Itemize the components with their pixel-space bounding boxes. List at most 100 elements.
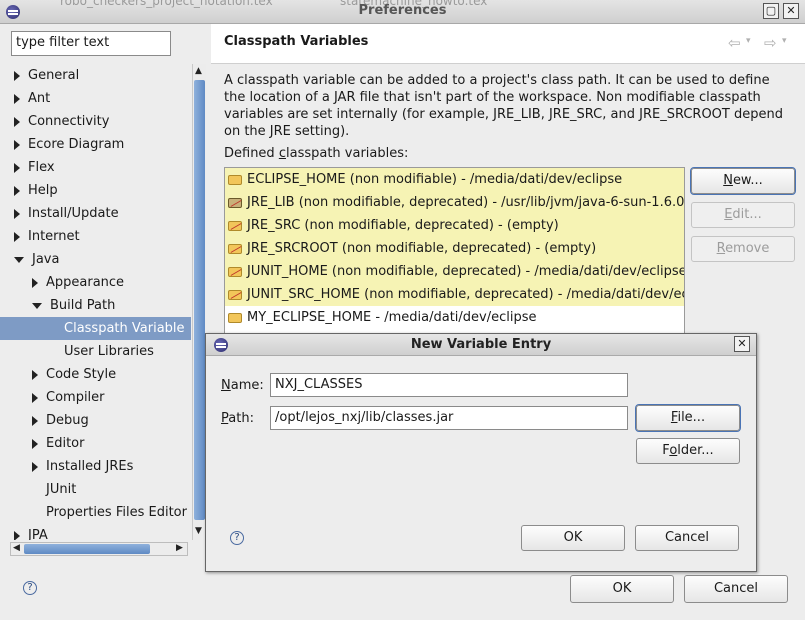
tree-item-label: Install/Update (28, 206, 119, 221)
name-label: Name: (221, 378, 264, 393)
collapsed-arrow-icon[interactable] (32, 369, 38, 380)
collapsed-arrow-icon[interactable] (14, 231, 20, 242)
tree-item[interactable]: Compiler (0, 386, 191, 409)
tree-item[interactable]: Editor (0, 432, 191, 455)
dialog-title-bar: New Variable Entry ✕ (206, 334, 756, 356)
collapsed-arrow-icon[interactable] (14, 208, 20, 219)
tree-item-label: Editor (46, 436, 85, 451)
collapsed-arrow-icon[interactable] (14, 162, 20, 173)
tree-item[interactable]: Classpath Variable (0, 317, 191, 340)
back-menu-icon[interactable]: ▾ (746, 36, 751, 46)
folder-icon (228, 243, 242, 254)
folder-icon (228, 220, 242, 231)
tree-item[interactable]: Properties Files Editor (0, 501, 191, 524)
cancel-button[interactable]: Cancel (684, 575, 788, 603)
collapsed-arrow-icon[interactable] (14, 70, 20, 81)
variable-row[interactable]: JRE_SRCROOT (non modifiable, deprecated)… (225, 237, 684, 260)
collapsed-arrow-icon[interactable] (14, 93, 20, 104)
tree-item-label: Flex (28, 160, 55, 175)
collapsed-arrow-icon[interactable] (14, 185, 20, 196)
variable-row[interactable]: JRE_SRC (non modifiable, deprecated) - (… (225, 214, 684, 237)
page-header: Classpath Variables ⇦ ▾ ⇨ ▾ (211, 24, 805, 64)
tree-item-label: Code Style (46, 367, 117, 382)
tree-item[interactable]: Help (0, 179, 191, 202)
tree-item-label: Ecore Diagram (28, 137, 125, 152)
scroll-left-arrow-icon[interactable]: ◀ (13, 543, 20, 553)
tree-item[interactable]: Flex (0, 156, 191, 179)
tree-item-label: Build Path (50, 298, 116, 313)
maximize-button[interactable]: ▢ (763, 3, 779, 19)
folder-icon (228, 312, 242, 323)
variable-row[interactable]: JUNIT_SRC_HOME (non modifiable, deprecat… (225, 283, 684, 306)
dialog-cancel-button[interactable]: Cancel (635, 525, 739, 551)
tree-item-label: Java (32, 252, 60, 267)
scroll-down-arrow-icon[interactable]: ▼ (195, 526, 202, 536)
tree-item[interactable]: Ecore Diagram (0, 133, 191, 156)
collapsed-arrow-icon[interactable] (14, 139, 20, 150)
tree-item[interactable]: JUnit (0, 478, 191, 501)
variable-text: JRE_LIB (non modifiable, deprecated) - /… (247, 195, 685, 210)
window-title: Preferences (358, 3, 447, 18)
tree-item[interactable]: Code Style (0, 363, 191, 386)
forward-arrow-icon[interactable]: ⇨ (764, 34, 777, 52)
tree-item-label: Appearance (46, 275, 125, 290)
tree-item[interactable]: Internet (0, 225, 191, 248)
expanded-arrow-icon[interactable] (14, 256, 24, 263)
tree-item[interactable]: User Libraries (0, 340, 191, 363)
new-button[interactable]: New... (690, 167, 796, 195)
remove-button[interactable]: Remove (691, 236, 795, 262)
defined-variables-label: Defined classpath variables: (224, 146, 409, 161)
tree-item-label: Connectivity (28, 114, 110, 129)
tree-item[interactable]: Build Path (0, 294, 191, 317)
dialog-title: New Variable Entry (410, 337, 552, 352)
preferences-tree: General Ant Connectivity Ecore Diagram Flex H… (0, 64, 191, 540)
tree-item[interactable]: Ant (0, 87, 191, 110)
filter-input[interactable]: type filter text (11, 31, 171, 56)
collapsed-arrow-icon[interactable] (32, 415, 38, 426)
edit-button[interactable]: Edit... (691, 202, 795, 228)
collapsed-arrow-icon[interactable] (32, 461, 38, 472)
back-arrow-icon[interactable]: ⇦ (728, 34, 741, 52)
tree-scroll-thumb[interactable] (194, 80, 205, 520)
variables-list[interactable]: ECLIPSE_HOME (non modifiable) - /media/d… (224, 167, 685, 337)
variable-text: MY_ECLIPSE_HOME - /media/dati/dev/eclips… (247, 310, 537, 325)
tree-item[interactable]: Appearance (0, 271, 191, 294)
dialog-help-icon[interactable]: ? (230, 531, 244, 545)
dialog-ok-button[interactable]: OK (521, 525, 625, 551)
collapsed-arrow-icon[interactable] (14, 116, 20, 127)
collapsed-arrow-icon[interactable] (32, 277, 38, 288)
variable-text: JRE_SRCROOT (non modifiable, deprecated)… (247, 241, 597, 256)
tree-item[interactable]: JPA (0, 524, 191, 540)
dialog-close-button[interactable]: ✕ (734, 336, 750, 352)
variable-text: JUNIT_SRC_HOME (non modifiable, deprecat… (247, 287, 685, 302)
tree-hscroll-thumb[interactable] (24, 544, 150, 554)
collapsed-arrow-icon[interactable] (14, 530, 20, 540)
page-description: A classpath variable can be added to a p… (224, 73, 783, 139)
scroll-up-arrow-icon[interactable]: ▲ (195, 66, 202, 76)
help-icon[interactable]: ? (23, 581, 37, 595)
file-button[interactable]: File... (635, 404, 741, 432)
tree-item[interactable]: Install/Update (0, 202, 191, 225)
path-field[interactable]: /opt/lejos_nxj/lib/classes.jar (270, 406, 628, 430)
tree-item[interactable]: Installed JREs (0, 455, 191, 478)
variable-row[interactable]: JUNIT_HOME (non modifiable, deprecated) … (225, 260, 684, 283)
tree-item[interactable]: Connectivity (0, 110, 191, 133)
tree-item[interactable]: General (0, 64, 191, 87)
ok-button[interactable]: OK (570, 575, 674, 603)
tree-item[interactable]: Debug (0, 409, 191, 432)
variable-row[interactable]: ECLIPSE_HOME (non modifiable) - /media/d… (225, 168, 684, 191)
tree-item-label: Help (28, 183, 58, 198)
page-title: Classpath Variables (224, 34, 369, 49)
variable-row[interactable]: MY_ECLIPSE_HOME - /media/dati/dev/eclips… (225, 306, 684, 329)
name-field[interactable]: NXJ_CLASSES (270, 373, 628, 397)
scroll-right-arrow-icon[interactable]: ▶ (176, 543, 183, 553)
expanded-arrow-icon[interactable] (32, 302, 42, 309)
collapsed-arrow-icon[interactable] (32, 392, 38, 403)
forward-menu-icon[interactable]: ▾ (782, 36, 787, 46)
tree-item[interactable]: Java (0, 248, 191, 271)
folder-button[interactable]: Folder... (636, 438, 740, 464)
close-button[interactable]: ✕ (783, 3, 799, 19)
collapsed-arrow-icon[interactable] (32, 438, 38, 449)
variable-row[interactable]: JRE_LIB (non modifiable, deprecated) - /… (225, 191, 684, 214)
tree-item-label: Properties Files Editor (46, 505, 187, 520)
